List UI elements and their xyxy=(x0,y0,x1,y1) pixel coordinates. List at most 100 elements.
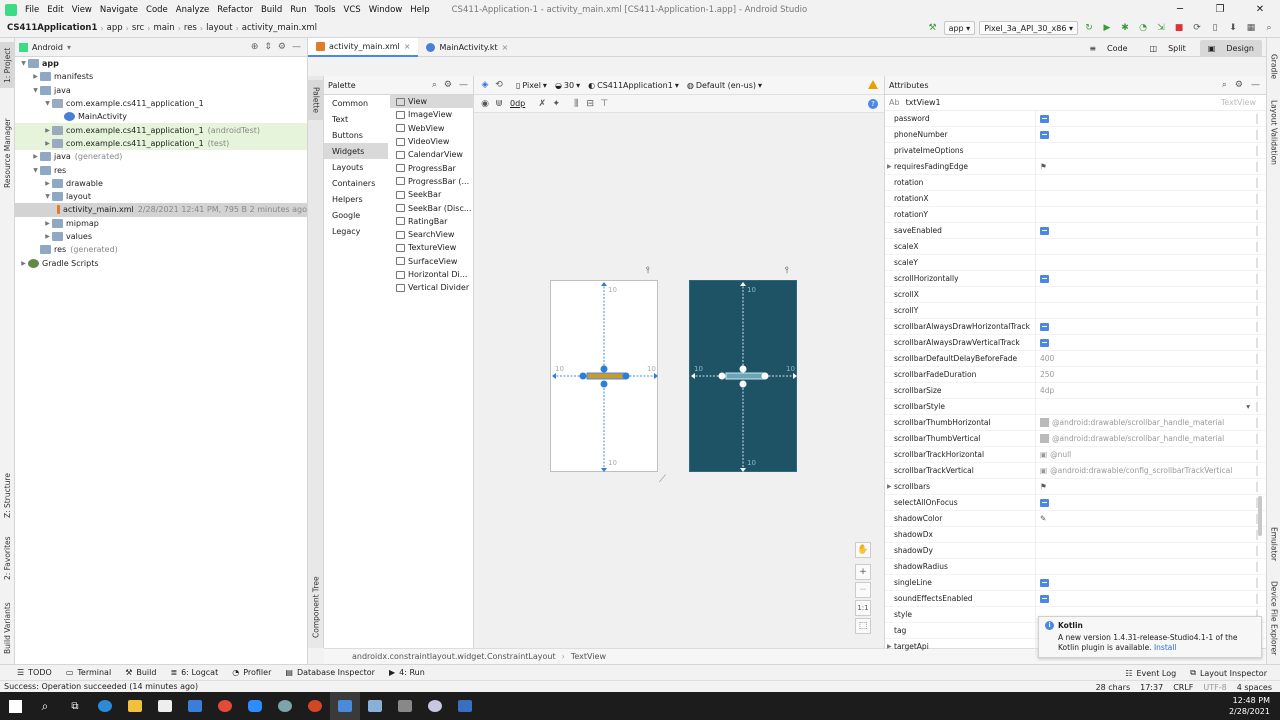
tool-window-terminal[interactable]: ▭ Terminal xyxy=(59,668,118,677)
hide-icon[interactable]: — xyxy=(292,42,301,52)
expanded-arrow-icon[interactable]: ▼ xyxy=(31,167,40,174)
build-variants-tab[interactable]: Build Variants xyxy=(0,596,15,660)
attributes-scrollbar[interactable] xyxy=(1258,496,1262,536)
palette-category[interactable]: Text xyxy=(324,111,388,127)
design-surface[interactable] xyxy=(474,76,884,648)
attribute-value[interactable]: ✎ xyxy=(1035,510,1266,527)
expand-arrow-icon[interactable]: ▶ xyxy=(887,643,892,650)
windows-start-icon[interactable] xyxy=(0,692,30,720)
resize-handle-icon[interactable]: ⟋ xyxy=(659,474,666,485)
breadcrumb-item[interactable]: CS411Application1 xyxy=(4,23,100,33)
zoom-icon[interactable] xyxy=(240,692,270,720)
expand-arrow-icon[interactable]: ▶ xyxy=(887,483,892,490)
hide-icon[interactable]: — xyxy=(1251,80,1260,90)
attribute-reference-icon[interactable] xyxy=(1256,338,1258,348)
attribute-row[interactable]: ▶ requiresFadingEdge ⚑ xyxy=(885,158,1266,175)
zoom-to-fit-icon[interactable]: ⬚ xyxy=(855,618,871,634)
breadcrumb-item[interactable]: main xyxy=(150,23,177,33)
attribute-value[interactable]: @android:drawable/scrollbar_handle_mater… xyxy=(1035,414,1266,431)
device-dropdown[interactable]: ▯ Pixel ▾ xyxy=(512,81,551,90)
menu-navigate[interactable]: Navigate xyxy=(96,5,142,15)
attribute-row[interactable]: scrollHorizontally xyxy=(885,270,1266,287)
attribute-value[interactable] xyxy=(1035,174,1266,191)
tree-item[interactable]: MainActivity xyxy=(15,110,307,123)
pin-icon[interactable]: ⫯ xyxy=(646,266,650,276)
collapsed-arrow-icon[interactable]: ▶ xyxy=(43,220,52,227)
attribute-value[interactable] xyxy=(1035,558,1266,575)
gear-icon[interactable]: ⚙ xyxy=(1235,80,1243,90)
expanded-arrow-icon[interactable]: ▼ xyxy=(43,100,52,107)
attribute-row[interactable]: rotationY xyxy=(885,206,1266,223)
attribute-value[interactable]: 4dp xyxy=(1035,382,1266,399)
structure-tab[interactable]: Z: Structure xyxy=(0,466,15,526)
collapsed-arrow-icon[interactable]: ▶ xyxy=(43,127,52,134)
menu-code[interactable]: Code xyxy=(142,5,172,15)
tree-item[interactable]: ▶ java (generated) xyxy=(15,150,307,163)
attribute-value[interactable]: ▣ @android:drawable/config_scrollbarTrack… xyxy=(1035,462,1266,479)
magnet-icon[interactable]: ⋓ xyxy=(492,97,506,111)
attribute-reference-icon[interactable] xyxy=(1256,354,1258,364)
palette-category[interactable]: Google xyxy=(324,207,388,223)
breadcrumb-item[interactable]: src xyxy=(129,23,147,33)
tree-item[interactable]: ▼ layout xyxy=(15,190,307,203)
attribute-row[interactable]: scrollbarStyle ▾ xyxy=(885,398,1266,415)
palette-strip-tab[interactable]: Palette xyxy=(308,80,324,120)
apply-changes-icon[interactable]: ↻ xyxy=(1082,21,1096,35)
favorites-tab[interactable]: 2: Favorites xyxy=(0,532,15,584)
tree-item[interactable]: ▼ java xyxy=(15,84,307,97)
menu-build[interactable]: Build xyxy=(257,5,286,15)
blueprint-preview[interactable]: 10 10 10 10 xyxy=(689,280,797,472)
menu-tools[interactable]: Tools xyxy=(311,5,340,15)
align-icon[interactable]: ⊟ xyxy=(583,97,597,111)
minimize-button[interactable]: ─ xyxy=(1160,0,1200,19)
design-mode-button[interactable]: ▣ Design xyxy=(1199,40,1262,57)
attribute-row[interactable]: scrollY xyxy=(885,302,1266,319)
attribute-reference-icon[interactable] xyxy=(1256,130,1258,140)
flag-toggle-icon[interactable] xyxy=(1040,578,1049,587)
attribute-row[interactable]: shadowRadius xyxy=(885,558,1266,575)
attribute-value[interactable] xyxy=(1035,318,1266,335)
hammer-icon[interactable]: ⚒ xyxy=(926,21,940,35)
breadcrumb-item[interactable]: app xyxy=(104,23,126,33)
attribute-value[interactable] xyxy=(1035,238,1266,255)
attribute-row[interactable]: scaleY xyxy=(885,254,1266,271)
collapsed-arrow-icon[interactable]: ▶ xyxy=(43,180,52,187)
palette-item[interactable]: RatingBar xyxy=(390,215,474,228)
zoom-out-button[interactable]: − xyxy=(855,582,871,598)
debug-icon[interactable]: ✱ xyxy=(1118,21,1132,35)
collapsed-arrow-icon[interactable]: ▶ xyxy=(31,153,40,160)
attribute-reference-icon[interactable] xyxy=(1256,162,1258,172)
attribute-value[interactable] xyxy=(1035,494,1266,511)
flag-toggle-icon[interactable] xyxy=(1040,114,1049,123)
gradle-tab[interactable]: Gradle xyxy=(1267,48,1280,84)
attribute-row[interactable]: scrollbarAlwaysDrawHorizontalTrack xyxy=(885,318,1266,335)
palette-item[interactable]: SurfaceView xyxy=(390,255,474,268)
locale-dropdown[interactable]: ◍ Default (en-us) ▾ xyxy=(683,81,766,90)
attribute-reference-icon[interactable] xyxy=(1256,290,1258,300)
attribute-row[interactable]: singleLine xyxy=(885,574,1266,591)
attribute-value[interactable] xyxy=(1035,142,1266,159)
device-dropdown[interactable]: Pixel_3a_API_30_x86 ▾ xyxy=(979,21,1078,35)
stop-icon[interactable]: ■ xyxy=(1172,21,1186,35)
menu-edit[interactable]: Edit xyxy=(43,5,67,15)
layout-validation-tab[interactable]: Layout Validation xyxy=(1267,94,1280,170)
default-margin-field[interactable]: 0dp xyxy=(506,99,529,108)
expanded-arrow-icon[interactable]: ▼ xyxy=(19,60,28,67)
flag-toggle-icon[interactable] xyxy=(1040,498,1049,507)
clear-constraints-icon[interactable]: ✗ xyxy=(535,97,549,111)
search-icon[interactable]: ⌕ xyxy=(432,80,437,90)
attribute-row[interactable]: rotation xyxy=(885,174,1266,191)
avd-manager-icon[interactable]: ▯ xyxy=(1208,21,1222,35)
palette-item[interactable]: CalendarView xyxy=(390,148,474,161)
orientation-icon[interactable]: ⟲ xyxy=(492,78,506,92)
tree-item[interactable]: res (generated) xyxy=(15,243,307,256)
attribute-row[interactable]: scrollX xyxy=(885,286,1266,303)
app-icon[interactable] xyxy=(360,692,390,720)
attribute-reference-icon[interactable] xyxy=(1256,194,1258,204)
palette-item[interactable]: Vertical Divider xyxy=(390,281,474,294)
flag-toggle-icon[interactable] xyxy=(1040,274,1049,283)
palette-item[interactable]: ProgressBar (... xyxy=(390,175,474,188)
breadcrumb-item[interactable]: res xyxy=(181,23,200,33)
attribute-value[interactable] xyxy=(1035,590,1266,607)
profile-icon[interactable]: ◔ xyxy=(1136,21,1150,35)
